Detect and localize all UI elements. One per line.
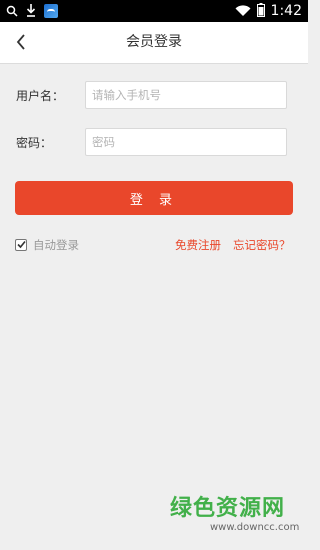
forgot-password-link[interactable]: 忘记密码？ [233,237,291,253]
password-label: 密码： [16,136,53,150]
watermark-url: www.downcc.com [210,522,300,533]
watermark: 绿色资源网 www.downcc.com [170,496,300,534]
status-bar: 1:42 [0,0,308,22]
auto-login-label: 自动登录 [33,238,79,252]
username-row: 用户名： [0,81,308,111]
register-link[interactable]: 免费注册 [175,237,221,253]
checkmark-icon [17,240,26,249]
page-title: 会员登录 [126,34,182,50]
password-input[interactable] [85,128,287,156]
search-icon [6,2,18,21]
wifi-icon [235,2,251,21]
app-header: 会员登录 [0,22,308,64]
login-button[interactable]: 登 录 [15,181,293,215]
status-bar-right: 1:42 [235,2,302,20]
back-button[interactable] [10,30,34,54]
battery-icon [256,2,265,21]
auto-login-option[interactable]: 自动登录 [15,237,79,253]
password-row: 密码： [0,128,308,158]
username-label: 用户名： [16,89,65,103]
auto-login-checkbox[interactable] [15,239,27,251]
username-input[interactable] [85,81,287,109]
status-time: 1:42 [270,3,302,19]
watermark-text: 绿色资源网 [170,496,286,521]
chevron-left-icon [16,34,25,50]
status-bar-left [6,3,58,19]
app-thumb-icon [44,4,58,18]
download-icon [26,2,36,21]
